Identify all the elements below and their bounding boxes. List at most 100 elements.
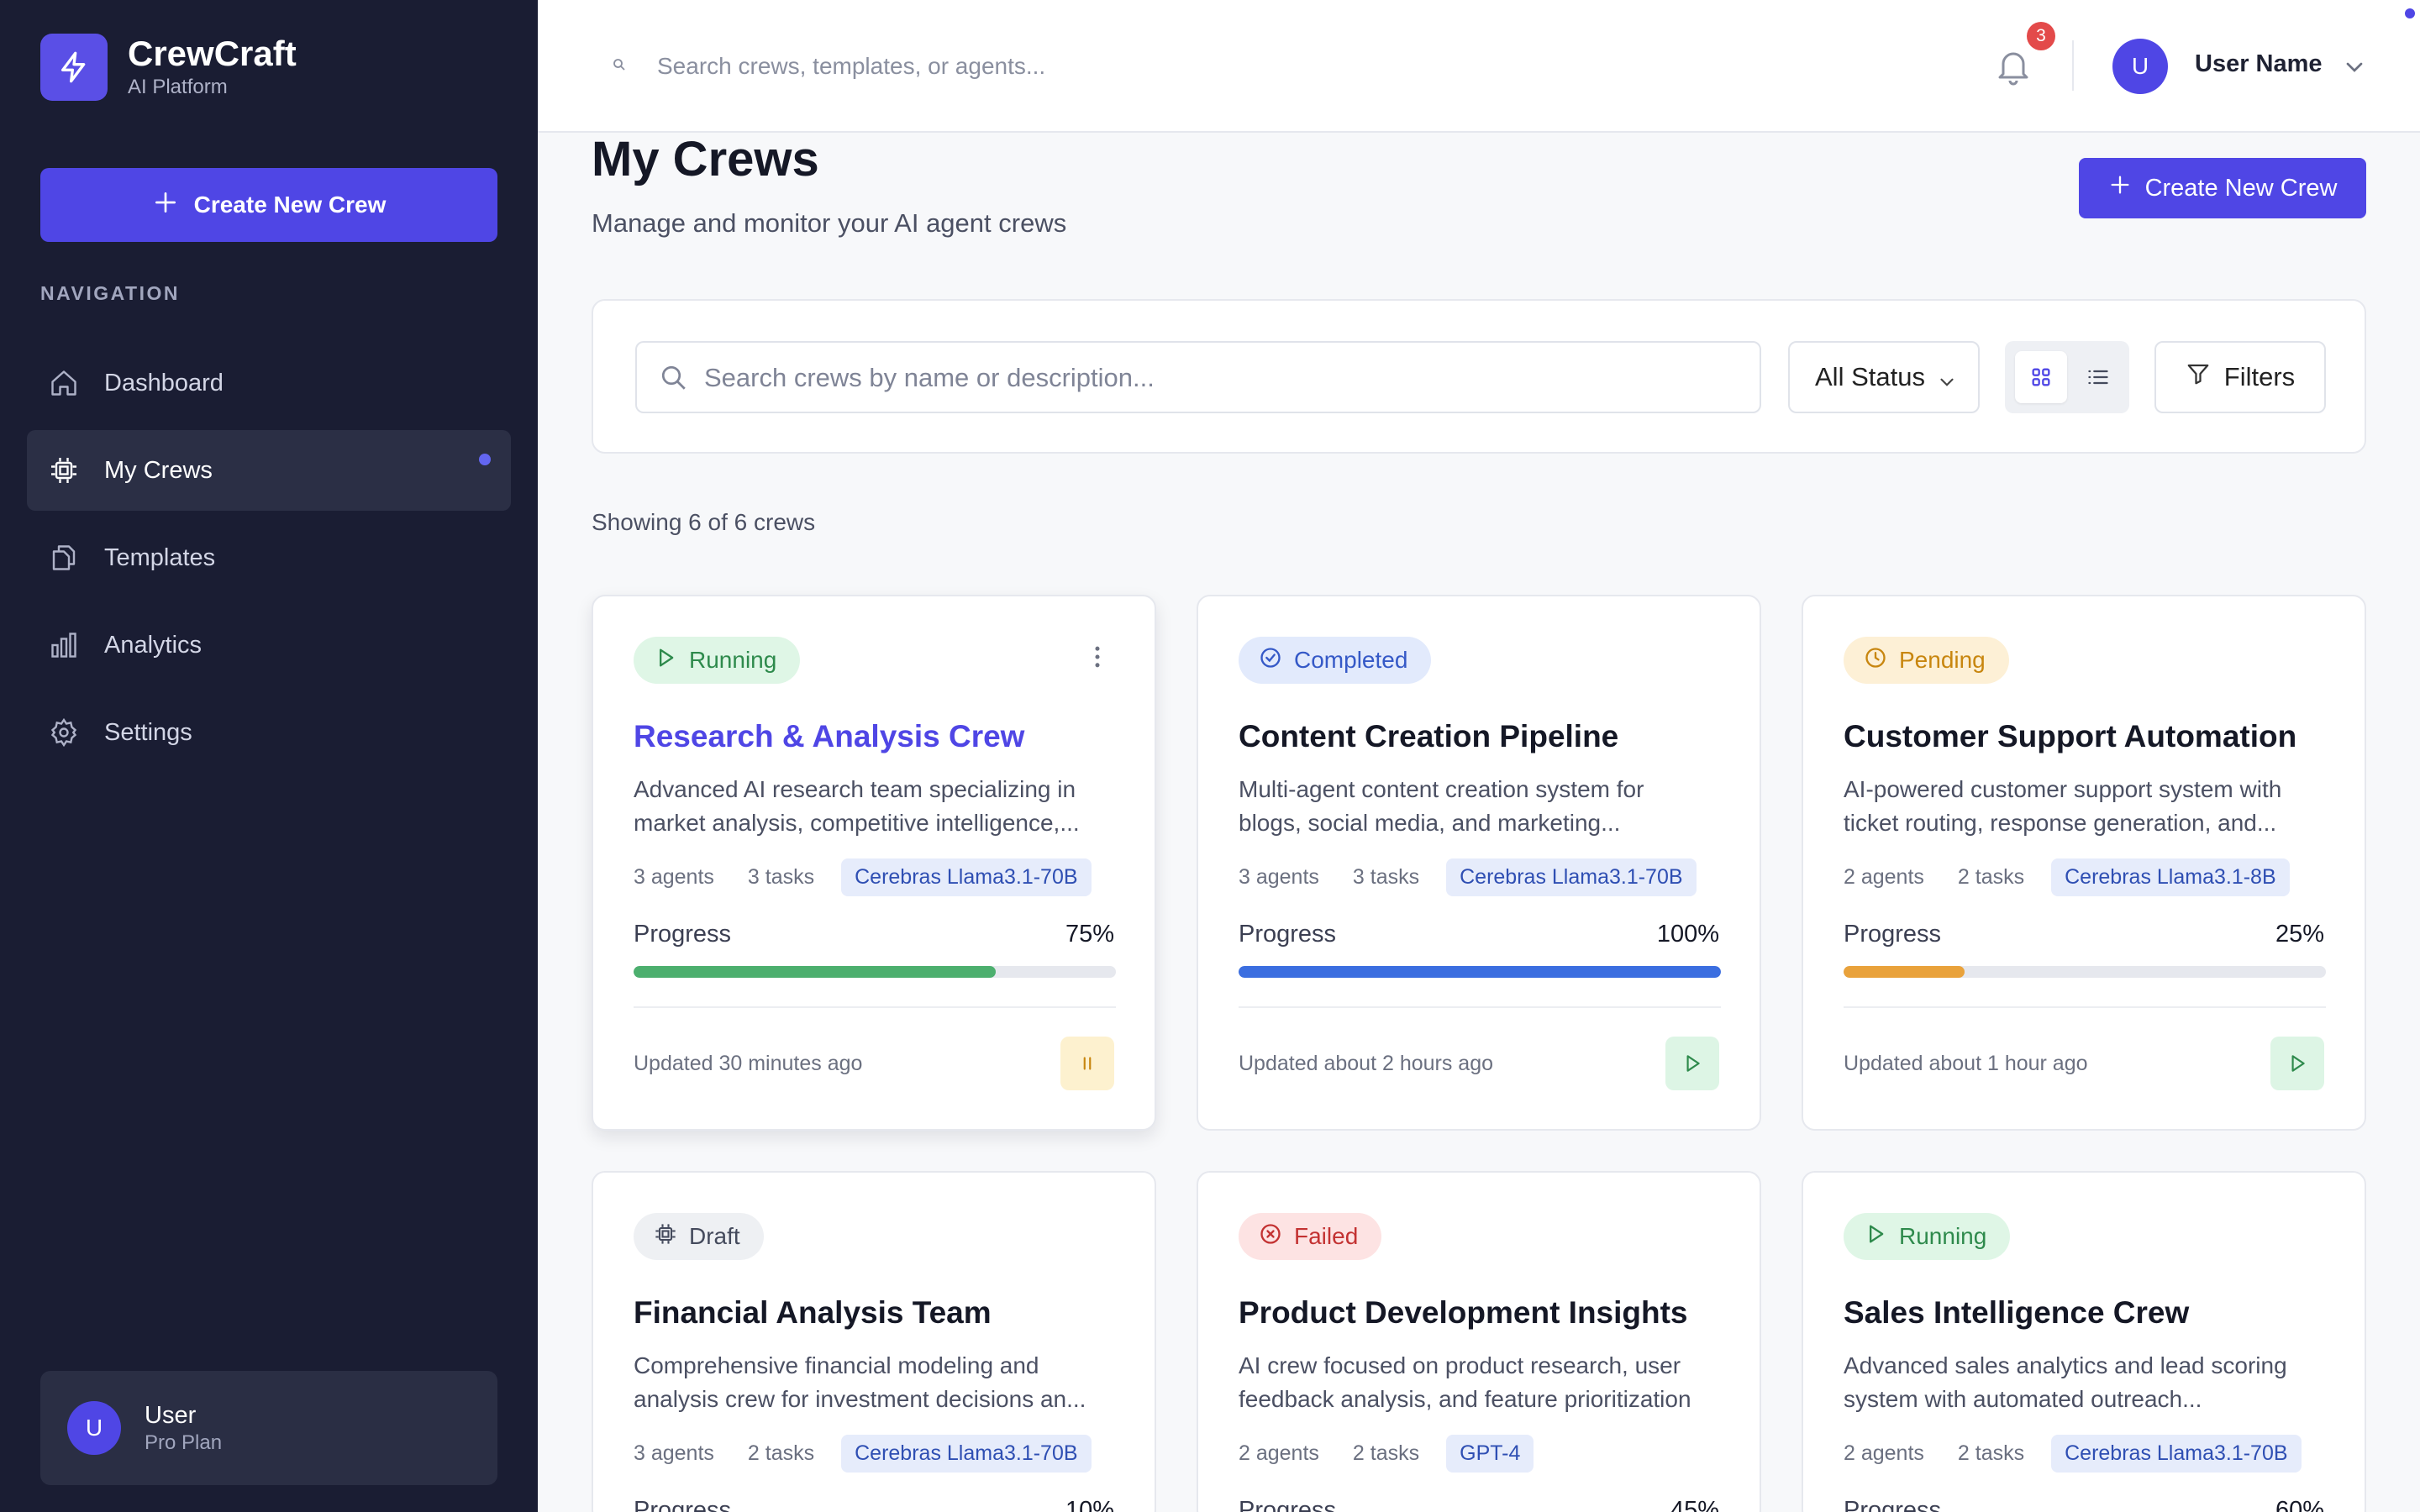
sidebar-item-settings[interactable]: Settings — [27, 692, 511, 773]
progress-value: 25% — [2275, 921, 2324, 948]
crew-meta: 2 agents 2 tasks GPT-4 — [1239, 1435, 1534, 1473]
crew-search-input[interactable] — [704, 358, 1746, 398]
filters-button[interactable]: Filters — [2154, 341, 2326, 413]
crew-card[interactable]: Pending Customer Support Automation AI-p… — [1802, 595, 2366, 1131]
play-icon — [654, 646, 677, 675]
sidebar-item-label: My Crews — [104, 456, 213, 484]
crew-card[interactable]: Draft Financial Analysis Team Comprehens… — [592, 1171, 1156, 1512]
x-circle-icon — [1259, 1222, 1282, 1252]
page-subtitle: Manage and monitor your AI agent crews — [592, 208, 1067, 238]
active-indicator-dot — [479, 454, 491, 465]
search-icon — [659, 363, 689, 397]
bell-icon[interactable] — [1993, 47, 2033, 87]
sidebar: CrewCraft AI Platform Create New Crew NA… — [0, 0, 538, 1512]
clock-icon — [1864, 646, 1887, 675]
crew-title[interactable]: Financial Analysis Team — [634, 1295, 992, 1331]
crew-card[interactable]: Completed Content Creation Pipeline Mult… — [1197, 595, 1761, 1131]
brand-subtitle: AI Platform — [128, 76, 228, 98]
user-menu-name[interactable]: User Name — [2195, 50, 2323, 78]
progress-label: Progress — [1844, 921, 1942, 948]
status-badge-label: Completed — [1294, 647, 1408, 673]
crew-meta: 3 agents 3 tasks Cerebras Llama3.1-70B — [634, 858, 1092, 896]
status-badge: Failed — [1239, 1213, 1382, 1260]
chevron-down-icon — [1936, 370, 1958, 400]
filter-icon — [2186, 361, 2211, 393]
play-button[interactable] — [2270, 1037, 2324, 1090]
crew-description: Advanced AI research team specializing i… — [634, 776, 1080, 836]
avatar: U — [67, 1401, 121, 1455]
page-title: My Crews — [592, 132, 819, 186]
model-badge: Cerebras Llama3.1-70B — [2051, 1435, 2302, 1473]
brand[interactable]: CrewCraft AI Platform — [40, 34, 297, 101]
create-crew-button[interactable]: Create New Crew — [2079, 158, 2366, 218]
sidebar-item-templates[interactable]: Templates — [27, 517, 511, 598]
task-count: 2 tasks — [747, 1441, 815, 1465]
sidebar-item-label: Templates — [104, 543, 216, 571]
filters-label: Filters — [2223, 362, 2296, 391]
crew-search-box[interactable] — [635, 341, 1761, 413]
grid-view-icon[interactable] — [2015, 351, 2067, 403]
progress-label: Progress — [1239, 1497, 1337, 1512]
status-badge-label: Running — [689, 647, 777, 673]
status-badge: Running — [1844, 1213, 2011, 1260]
sidebar-user-card[interactable]: U User Pro Plan — [40, 1371, 497, 1485]
sidebar-create-label: Create New Crew — [193, 192, 387, 218]
divider — [1844, 1006, 2326, 1008]
play-button[interactable] — [1665, 1037, 1719, 1090]
task-count: 3 tasks — [747, 865, 815, 889]
chevron-down-icon[interactable] — [2341, 54, 2368, 85]
model-badge: Cerebras Llama3.1-70B — [1446, 858, 1697, 896]
crew-card[interactable]: Running Research & Analysis Crew Advance… — [592, 595, 1156, 1131]
crew-title[interactable]: Product Development Insights — [1239, 1295, 1688, 1331]
updated-time: Updated about 2 hours ago — [1239, 1052, 1494, 1075]
global-search-input[interactable] — [657, 44, 1581, 89]
search-icon — [612, 57, 627, 76]
crew-title[interactable]: Sales Intelligence Crew — [1844, 1295, 2189, 1331]
status-select[interactable]: All Status — [1788, 341, 1980, 413]
sidebar-item-analytics[interactable]: Analytics — [27, 605, 511, 685]
progress-label: Progress — [634, 1497, 732, 1512]
progress-bar — [1239, 966, 1721, 978]
sidebar-item-dashboard[interactable]: Dashboard — [27, 343, 511, 423]
list-view-icon[interactable] — [2072, 351, 2124, 403]
crew-title[interactable]: Customer Support Automation — [1844, 719, 2296, 754]
sidebar-nav: Dashboard My Crews Templates Analytics S… — [27, 343, 511, 780]
sidebar-item-label: Dashboard — [104, 369, 224, 396]
status-badge: Pending — [1844, 637, 2009, 684]
progress-fill — [1239, 966, 1721, 978]
pause-button[interactable] — [1060, 1037, 1114, 1090]
progress-label: Progress — [1239, 921, 1337, 948]
progress-label: Progress — [1844, 1497, 1942, 1512]
crew-title[interactable]: Research & Analysis Crew — [634, 719, 1024, 754]
crew-meta: 2 agents 2 tasks Cerebras Llama3.1-70B — [1844, 1435, 2302, 1473]
task-count: 2 tasks — [1957, 865, 2025, 889]
agent-count: 2 agents — [1844, 1441, 1924, 1465]
avatar[interactable]: U — [2112, 39, 2168, 94]
bar-chart-icon — [47, 628, 81, 662]
sidebar-item-label: Analytics — [104, 631, 203, 659]
sidebar-item-my-crews[interactable]: My Crews — [27, 430, 511, 511]
progress-label: Progress — [634, 921, 732, 948]
task-count: 3 tasks — [1352, 865, 1420, 889]
check-circle-icon — [1259, 646, 1282, 675]
brand-name: CrewCraft — [128, 34, 297, 73]
more-options-icon[interactable] — [1094, 645, 1101, 673]
progress-fill — [1844, 966, 1965, 978]
status-badge: Draft — [634, 1213, 764, 1260]
progress-value: 75% — [1065, 921, 1114, 948]
crew-title[interactable]: Content Creation Pipeline — [1239, 719, 1618, 754]
model-badge: Cerebras Llama3.1-8B — [2051, 858, 2290, 896]
task-count: 2 tasks — [1957, 1441, 2025, 1465]
copy-icon — [47, 541, 81, 575]
play-icon — [1864, 1222, 1887, 1252]
crew-card[interactable]: Failed Product Development Insights AI c… — [1197, 1171, 1761, 1512]
crew-description: AI crew focused on product research, use… — [1239, 1352, 1691, 1412]
agent-count: 3 agents — [634, 1441, 714, 1465]
agent-count: 3 agents — [1239, 865, 1319, 889]
sidebar-create-crew-button[interactable]: Create New Crew — [40, 168, 497, 242]
notification-badge: 3 — [2027, 22, 2055, 50]
progress-bar — [1844, 966, 2326, 978]
status-badge-label: Running — [1899, 1223, 1987, 1249]
task-count: 2 tasks — [1352, 1441, 1420, 1465]
crew-card[interactable]: Running Sales Intelligence Crew Advanced… — [1802, 1171, 2366, 1512]
